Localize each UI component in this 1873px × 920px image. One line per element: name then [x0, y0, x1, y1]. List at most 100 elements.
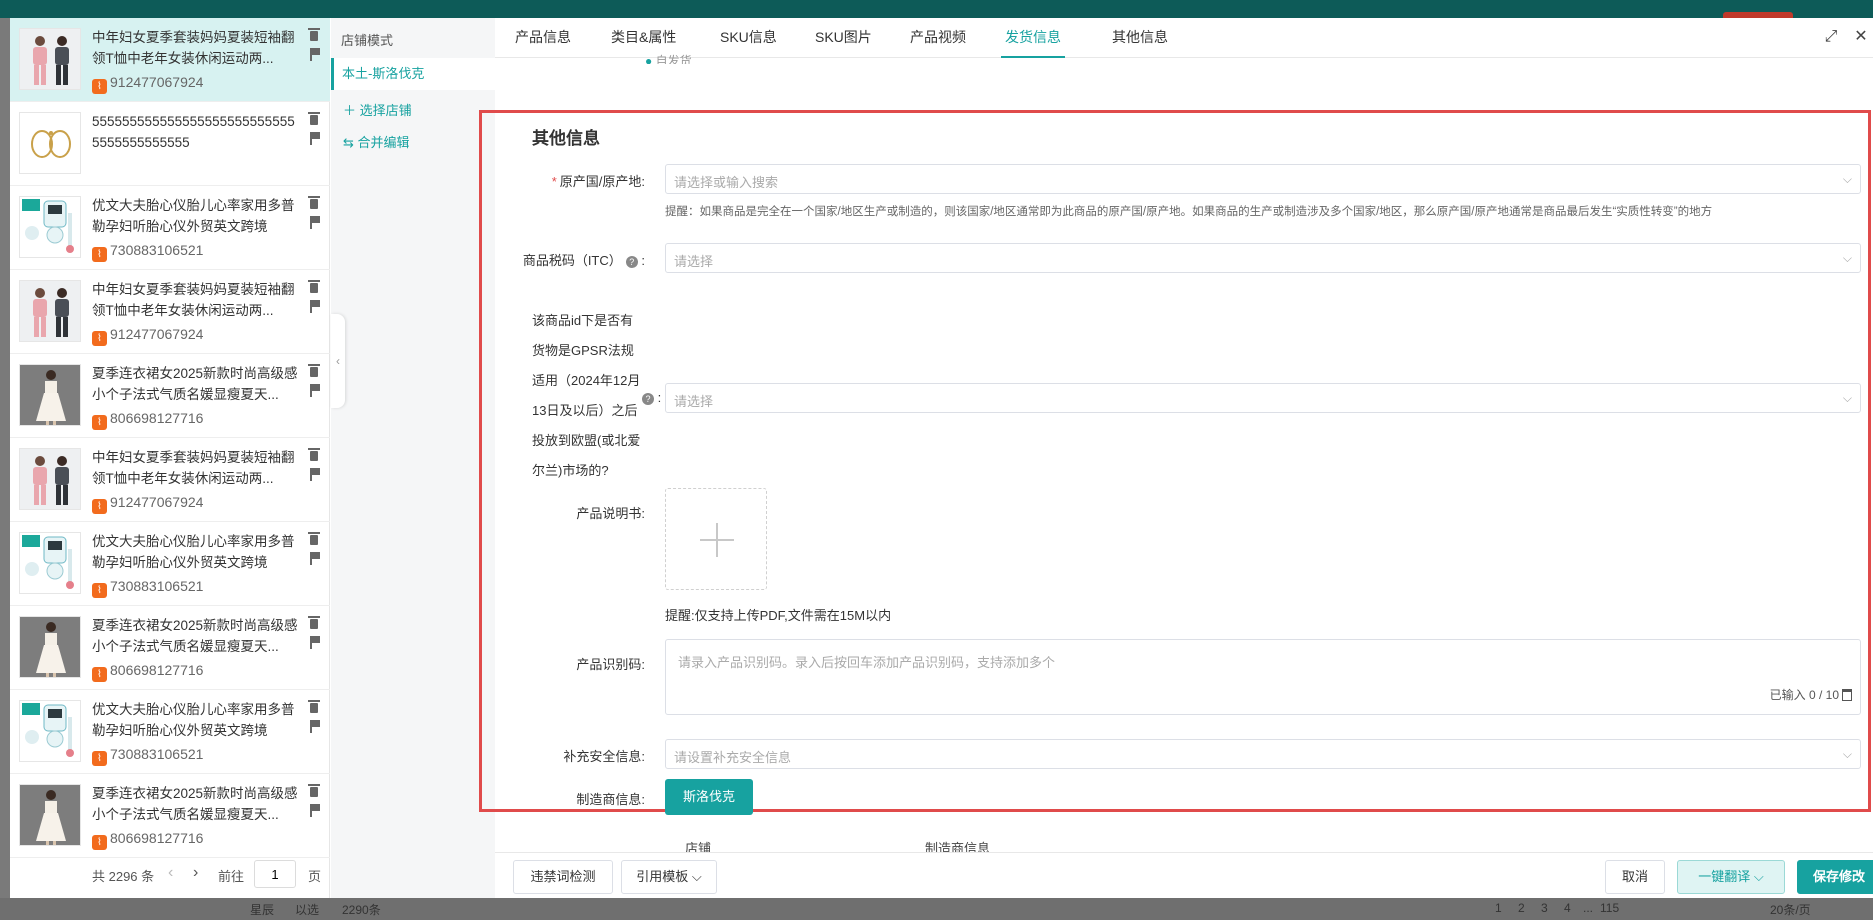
tab-sku-images[interactable]: SKU图片 — [811, 18, 876, 58]
trash-icon[interactable] — [308, 784, 320, 798]
shipping-method-partial: ● 自发货 — [645, 52, 692, 64]
product-list-item[interactable]: 中年妇女夏季套装妈妈夏装短袖翻领T恤中老年女装休闲运动两... ⌇ 91247706… — [10, 270, 330, 354]
plus-icon: ＋ — [343, 103, 357, 118]
pager-page-input[interactable] — [254, 860, 296, 888]
gpsr-label: 该商品id下是否有货物是GPSR法规适用（2024年12月13日及以后）之后投放… — [532, 313, 641, 478]
background-page-size: 20条/页 — [1770, 903, 1811, 917]
required-mark: * — [551, 174, 557, 189]
save-button[interactable]: 保存修改 — [1797, 860, 1873, 894]
product-list-item[interactable]: 夏季连衣裙女2025新款时尚高级感小个子法式气质名媛显瘦夏天... ⌇ 806698… — [10, 606, 330, 690]
product-id: ⌇ 912477067924 — [92, 324, 204, 346]
trash-icon[interactable] — [308, 28, 320, 42]
background-page: 1 — [1495, 901, 1502, 915]
origin-select[interactable]: 请选择或输入搜索 ⌵ — [665, 164, 1861, 194]
fullscreen-icon[interactable]: ⤢ — [1822, 28, 1840, 46]
trash-icon[interactable] — [1842, 689, 1852, 701]
tab-bar: 产品信息 类目&属性 SKU信息 SKU图片 产品视频 发货信息 其他信息 ⤢ … — [495, 18, 1873, 58]
flag-icon[interactable] — [308, 215, 320, 229]
trash-icon[interactable] — [308, 700, 320, 714]
tab-product-info[interactable]: 产品信息 — [511, 18, 575, 58]
flag-icon[interactable] — [308, 635, 320, 649]
gpsr-select[interactable]: 请选择 ⌵ — [665, 383, 1861, 413]
itc-label: 商品税码（ITC）? : — [522, 253, 645, 268]
flag-icon[interactable] — [308, 803, 320, 817]
flag-icon[interactable] — [308, 383, 320, 397]
product-thumbnail — [19, 532, 81, 594]
safety-select[interactable]: 请设置补充安全信息 ⌵ — [665, 739, 1861, 769]
product-list-item[interactable]: 优文大夫胎心仪胎儿心率家用多普勒孕妇听胎心仪外贸英文跨境 ⌇ 73088310652… — [10, 186, 330, 270]
origin-placeholder: 请选择或输入搜索 — [674, 175, 779, 190]
close-icon[interactable]: ✕ — [1852, 28, 1870, 46]
product-list-item[interactable]: 夏季连衣裙女2025新款时尚高级感小个子法式气质名媛显瘦夏天... ⌇ 806698… — [10, 354, 330, 438]
select-store-label: 选择店铺 — [359, 103, 412, 118]
store-logo-icon: ⌇ — [92, 79, 107, 94]
flag-icon[interactable] — [308, 131, 320, 145]
product-id-text: 730883106521 — [110, 242, 204, 258]
pager-next-icon[interactable]: › — [193, 864, 198, 882]
question-icon[interactable]: ? — [642, 393, 654, 405]
trash-icon[interactable] — [308, 364, 320, 378]
product-id-text: 912477067924 — [110, 74, 204, 90]
trash-icon[interactable] — [308, 616, 320, 630]
product-list-item[interactable]: 夏季连衣裙女2025新款时尚高级感小个子法式气质名媛显瘦夏天... ⌇ 806698… — [10, 774, 330, 858]
collapse-handle[interactable]: ‹ — [331, 314, 345, 408]
identifier-label: 产品识别码: — [576, 657, 645, 672]
product-list-item[interactable]: 中年妇女夏季套装妈妈夏装短袖翻领T恤中老年女装休闲运动两... ⌇ 91247706… — [10, 18, 330, 102]
itc-placeholder: 请选择 — [674, 254, 714, 269]
tab-shipping-info[interactable]: 发货信息 — [1001, 18, 1065, 58]
origin-label: * 原产国/原产地: — [515, 171, 645, 190]
product-title: 夏季连衣裙女2025新款时尚高级感小个子法式气质名媛显瘦夏天... — [92, 618, 298, 654]
tab-other-info[interactable]: 其他信息 — [1108, 18, 1172, 58]
question-icon[interactable]: ? — [625, 256, 638, 268]
product-id-text: 912477067924 — [110, 494, 204, 510]
banned-words-button[interactable]: 违禁词检测 — [513, 860, 613, 894]
manual-upload[interactable] — [665, 488, 767, 590]
product-id-text: 912477067924 — [110, 326, 204, 342]
store-panel: 店铺模式 本土-斯洛伐克 ＋ 选择店铺 ⇆ 合并编辑 — [331, 18, 495, 898]
trash-icon[interactable] — [308, 448, 320, 462]
trash-icon[interactable] — [308, 532, 320, 546]
product-actions — [308, 700, 322, 738]
select-store-link[interactable]: ＋ 选择店铺 — [343, 100, 412, 119]
radio-icon[interactable]: ● — [645, 54, 652, 64]
itc-select[interactable]: 请选择 ⌵ — [665, 243, 1861, 273]
product-list-item[interactable]: 优文大夫胎心仪胎儿心率家用多普勒孕妇听胎心仪外贸英文跨境 ⌇ 73088310652… — [10, 690, 330, 774]
flag-icon[interactable] — [308, 719, 320, 733]
pager-prev-icon[interactable]: ‹ — [168, 864, 173, 882]
template-button[interactable]: 引用模板 ⌵ — [621, 860, 717, 894]
translate-button[interactable]: 一键翻译 ⌵ — [1677, 860, 1785, 894]
background-text: 星辰 — [250, 903, 275, 917]
store-item-active[interactable]: 本土-斯洛伐克 — [331, 58, 495, 90]
trash-icon[interactable] — [308, 112, 320, 126]
flag-icon[interactable] — [308, 299, 320, 313]
trash-icon[interactable] — [308, 280, 320, 294]
product-list-pager: 共 2296 条 ‹ › 前往 页 — [10, 854, 330, 894]
merge-edit-link[interactable]: ⇆ 合并编辑 — [343, 132, 410, 151]
product-thumbnail — [19, 280, 81, 342]
flag-icon[interactable] — [308, 551, 320, 565]
background-page: 4 — [1564, 901, 1571, 915]
background-page: ... — [1583, 901, 1594, 915]
product-id-text: 806698127716 — [110, 830, 204, 846]
product-list-item[interactable]: 5555555555555555555555555555555555555555 — [10, 102, 330, 186]
product-title: 中年妇女夏季套装妈妈夏装短袖翻领T恤中老年女装休闲运动两... — [92, 450, 295, 486]
manufacturer-store-button[interactable]: 斯洛伐克 — [665, 779, 753, 815]
manual-label: 产品说明书: — [576, 506, 645, 521]
cancel-button[interactable]: 取消 — [1605, 860, 1665, 894]
product-list-item[interactable]: 优文大夫胎心仪胎儿心率家用多普勒孕妇听胎心仪外贸英文跨境 ⌇ 73088310652… — [10, 522, 330, 606]
product-list-item[interactable]: 中年妇女夏季套装妈妈夏装短袖翻领T恤中老年女装休闲运动两... ⌇ 91247706… — [10, 438, 330, 522]
identifier-counter: 已输入 0 / 10 — [1770, 686, 1852, 703]
flag-icon[interactable] — [308, 47, 320, 61]
background-page: 2 — [1518, 901, 1525, 915]
background-count: 2290条 — [342, 903, 381, 917]
trash-icon[interactable] — [308, 196, 320, 210]
shipping-method-value: 自发货 — [655, 54, 692, 64]
product-thumbnail — [19, 616, 81, 678]
gpsr-placeholder: 请选择 — [674, 394, 714, 409]
flag-icon[interactable] — [308, 467, 320, 481]
tab-product-video[interactable]: 产品视频 — [906, 18, 970, 58]
tab-sku-info[interactable]: SKU信息 — [716, 18, 781, 58]
identifier-textarea[interactable]: 请录入产品识别码。录入后按回车添加产品识别码，支持添加多个 已输入 0 / 10 — [665, 639, 1861, 715]
safety-label: 补充安全信息: — [563, 749, 645, 764]
identifier-placeholder: 请录入产品识别码。录入后按回车添加产品识别码，支持添加多个 — [678, 655, 1056, 670]
